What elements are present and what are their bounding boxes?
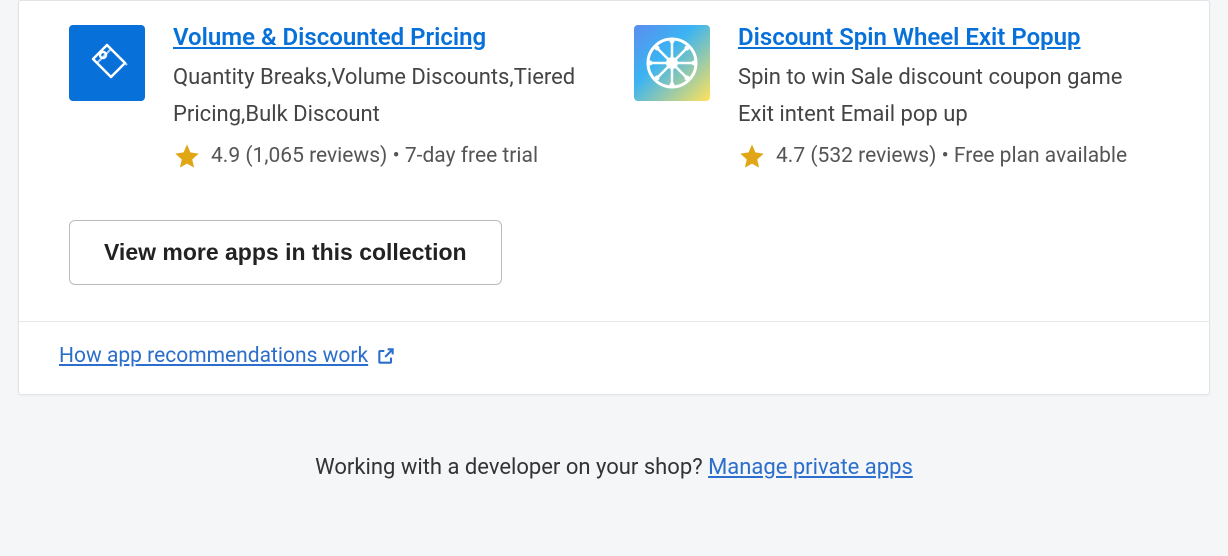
app-item: Volume & Discounted Pricing Quantity Bre… — [69, 1, 594, 170]
app-description: Spin to win Sale discount coupon game Ex… — [738, 59, 1159, 134]
developer-prompt-text: Working with a developer on your shop? — [315, 455, 708, 480]
app-meta-text: 4.7 (532 reviews) • Free plan available — [776, 144, 1127, 168]
developer-prompt-row: Working with a developer on your shop? M… — [0, 395, 1228, 480]
app-icon-volume-pricing — [69, 25, 145, 101]
app-body: Discount Spin Wheel Exit Popup Spin to w… — [738, 1, 1159, 170]
footer-link-text: How app recommendations work — [59, 344, 368, 368]
star-icon — [173, 142, 201, 170]
how-recommendations-link[interactable]: How app recommendations work — [59, 344, 396, 368]
star-icon — [738, 142, 766, 170]
app-description: Quantity Breaks,Volume Discounts,Tiered … — [173, 59, 594, 134]
app-meta-text: 4.9 (1,065 reviews) • 7-day free trial — [211, 144, 538, 168]
app-icon-spin-wheel — [634, 25, 710, 101]
app-meta: 4.7 (532 reviews) • Free plan available — [738, 142, 1159, 170]
external-link-icon — [376, 346, 396, 366]
app-meta: 4.9 (1,065 reviews) • 7-day free trial — [173, 142, 594, 170]
manage-private-apps-link[interactable]: Manage private apps — [708, 455, 913, 480]
app-item: Discount Spin Wheel Exit Popup Spin to w… — [634, 1, 1159, 170]
tag-icon — [83, 39, 131, 87]
apps-row: Volume & Discounted Pricing Quantity Bre… — [19, 1, 1209, 190]
app-body: Volume & Discounted Pricing Quantity Bre… — [173, 1, 594, 170]
view-more-button[interactable]: View more apps in this collection — [69, 220, 502, 285]
view-more-row: View more apps in this collection — [19, 190, 1209, 321]
wheel-icon — [644, 35, 700, 91]
app-title-link[interactable]: Volume & Discounted Pricing — [173, 23, 486, 51]
card-footer: How app recommendations work — [19, 321, 1209, 394]
app-title-link[interactable]: Discount Spin Wheel Exit Popup — [738, 23, 1081, 51]
app-collection-card: Volume & Discounted Pricing Quantity Bre… — [18, 0, 1210, 395]
